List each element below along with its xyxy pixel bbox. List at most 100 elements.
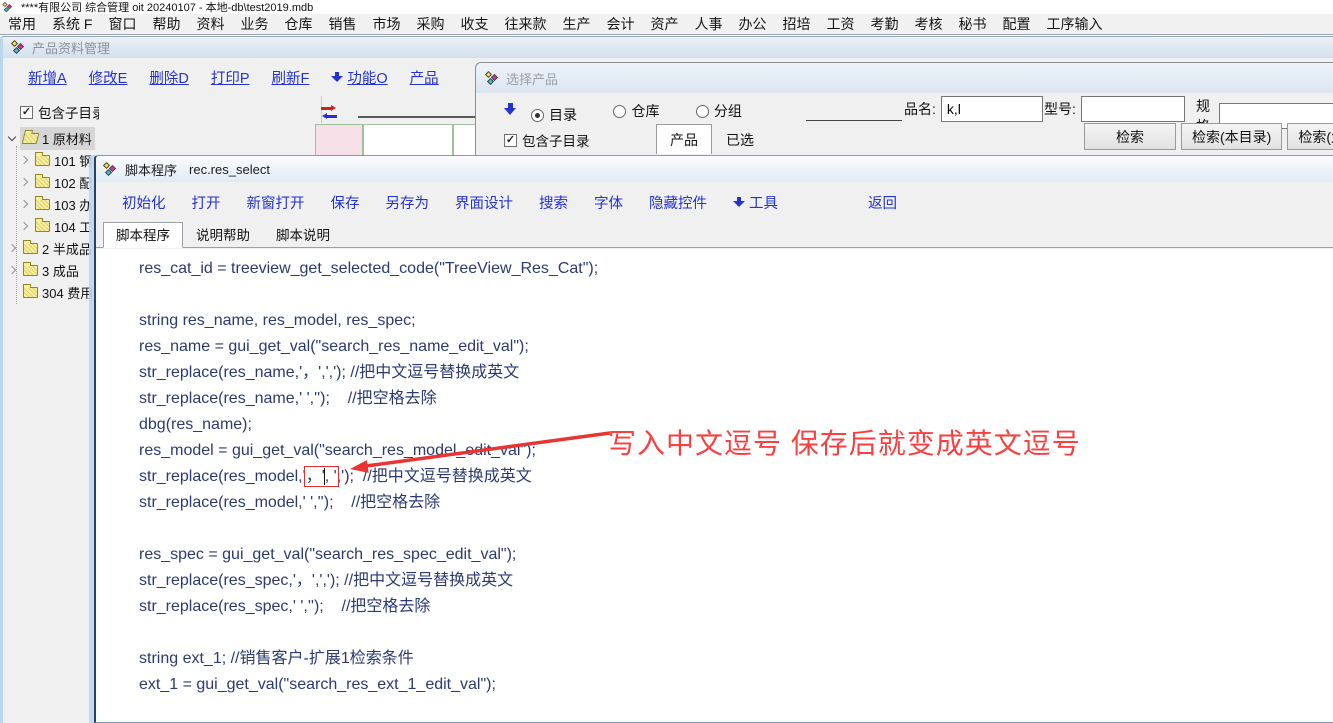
tree-item[interactable]: 304 费用 (6, 281, 99, 303)
toolbar-link[interactable]: 修改E (89, 67, 128, 88)
menu-item[interactable]: 招培 (782, 14, 810, 34)
toolbar-link[interactable]: 功能O (331, 67, 387, 88)
menu-item[interactable]: 仓库 (284, 14, 312, 34)
menu-item[interactable]: 生产 (562, 14, 590, 34)
menu-item[interactable]: 资产 (650, 14, 678, 34)
include-subdir-label: 包含子目录 (38, 102, 99, 122)
tab[interactable]: 已选 (712, 124, 768, 154)
menu-item[interactable]: 常用 (8, 14, 36, 34)
chevron-icon[interactable] (20, 200, 29, 209)
chevron-icon[interactable] (8, 288, 17, 297)
tree-item[interactable]: 101 钢 (6, 149, 99, 171)
toolbar-link[interactable]: 保存 (331, 192, 360, 213)
radio-option[interactable]: 目录 (531, 105, 577, 125)
include-subdir-label: 包含子目录 (522, 130, 590, 150)
menu-item[interactable]: 收支 (460, 14, 488, 34)
radio-option[interactable]: 分组 (696, 101, 742, 121)
menu-item[interactable]: 考勤 (870, 14, 898, 34)
menu-item[interactable]: 会计 (606, 14, 634, 34)
toolbar-link[interactable]: 刷新F (272, 67, 310, 88)
code-editor[interactable]: res_cat_id = treeview_get_selected_code(… (96, 249, 1333, 722)
menu-item[interactable]: 办公 (738, 14, 766, 34)
tree-item-label: 2 半成品 (42, 239, 92, 258)
menu-item[interactable]: 业务 (240, 14, 268, 34)
toolbar-link[interactable]: 返回 (868, 192, 897, 213)
menu-item[interactable]: 工序输入 (1046, 14, 1102, 34)
script-toolbar: 初始化 打开 新窗打开 保存 另存为 界面设计 搜索 字体 隐藏控件 工具 返回 (96, 182, 1333, 222)
down-arrow-icon[interactable] (504, 103, 517, 115)
grid-top-border (358, 116, 481, 118)
product-window-titlebar: 产品资料管理 (3, 37, 1333, 58)
tree-item[interactable]: 3 成品 (6, 259, 99, 281)
code-line (139, 620, 1333, 646)
code-line: res_cat_id = treeview_get_selected_code(… (139, 256, 1333, 282)
tree-item[interactable]: 2 半成品 (6, 237, 99, 259)
search-button[interactable]: 检索 (1084, 123, 1176, 150)
toolbar-link[interactable]: 初始化 (122, 192, 166, 213)
toolbar-link[interactable]: 隐藏控件 (649, 192, 707, 213)
toolbar-link[interactable]: 删除D (149, 67, 188, 88)
radio-option[interactable]: 仓库 (613, 101, 659, 121)
menu-item[interactable]: 销售 (328, 14, 356, 34)
select-window-titlebar: 选择产品 (476, 63, 1333, 93)
tab[interactable]: 脚本说明 (263, 223, 343, 247)
toolbar-link[interactable]: 新增A (28, 67, 67, 88)
tree-item-label: 103 办 (54, 195, 92, 214)
menu-item[interactable]: 资料 (196, 14, 224, 34)
toolbar-link[interactable]: 字体 (594, 192, 623, 213)
chevron-icon[interactable] (20, 156, 29, 165)
window-icon (12, 40, 25, 55)
toolbar-link[interactable]: 新窗打开 (247, 192, 305, 213)
chevron-icon[interactable] (20, 178, 29, 187)
chevron-icon[interactable] (8, 244, 17, 253)
tab[interactable]: 产品 (656, 124, 712, 154)
model-field-input[interactable] (1081, 96, 1185, 122)
menu-item[interactable]: 工资 (826, 14, 854, 34)
toolbar-link[interactable]: 搜索 (539, 192, 568, 213)
toolbar-link[interactable]: 产品 (410, 67, 439, 88)
toolbar-link[interactable]: 打开 (192, 192, 221, 213)
checkbox-checked[interactable]: ✓ (504, 134, 517, 147)
script-window: 脚本程序 rec.res_select 初始化 打开 新窗打开 保存 另存为 界… (94, 155, 1333, 723)
tree-item[interactable]: 104 工 (6, 215, 99, 237)
menu-item[interactable]: 人事 (694, 14, 722, 34)
menu-item[interactable]: 窗口 (108, 14, 136, 34)
filter-underline-field[interactable] (806, 103, 902, 121)
tab[interactable]: 说明帮助 (183, 223, 263, 247)
menu-item[interactable]: 采购 (416, 14, 444, 34)
tree-item[interactable]: 102 配 (6, 171, 99, 193)
product-window-title: 产品资料管理 (32, 38, 110, 57)
model-field-label: 型号: (1044, 99, 1076, 119)
toolbar-link[interactable]: 界面设计 (455, 192, 513, 213)
menu-item[interactable]: 往来款 (504, 14, 546, 34)
select-window-title: 选择产品 (506, 69, 558, 88)
script-name: rec.res_select (189, 162, 270, 177)
tree-item-label: 101 钢 (54, 151, 92, 170)
search-button[interactable]: 检索(父目录) (1287, 123, 1333, 150)
folder-icon (35, 177, 50, 188)
toolbar-link[interactable]: 另存为 (386, 192, 430, 213)
chevron-icon[interactable] (20, 222, 29, 231)
menu-item[interactable]: 市场 (372, 14, 400, 34)
menu-item[interactable]: 考核 (914, 14, 942, 34)
menu-item[interactable]: 秘书 (958, 14, 986, 34)
menu-item[interactable]: 配置 (1002, 14, 1030, 34)
folder-icon (22, 133, 40, 144)
name-field-input[interactable] (941, 96, 1043, 122)
search-button[interactable]: 检索(本目录) (1181, 123, 1282, 150)
menu-item[interactable]: 系统 F (52, 14, 92, 34)
tree-item[interactable]: 1 原材料 (6, 127, 99, 149)
tab[interactable]: 脚本程序 (103, 222, 183, 248)
toolbar-link[interactable]: 工具 (733, 192, 778, 213)
checkbox-checked[interactable]: ✓ (20, 106, 33, 119)
tree-item[interactable]: 103 办 (6, 193, 99, 215)
include-subdir-checkbox-row: ✓ 包含子目录 (504, 130, 590, 150)
swap-icon[interactable] (321, 105, 337, 120)
code-line (139, 282, 1333, 308)
chevron-icon[interactable] (8, 266, 17, 275)
menu-item[interactable]: 帮助 (152, 14, 180, 34)
chevron-icon[interactable] (8, 134, 17, 143)
toolbar-link[interactable]: 打印P (211, 67, 250, 88)
window-icon (486, 71, 499, 86)
name-field-label: 品名: (904, 99, 936, 119)
